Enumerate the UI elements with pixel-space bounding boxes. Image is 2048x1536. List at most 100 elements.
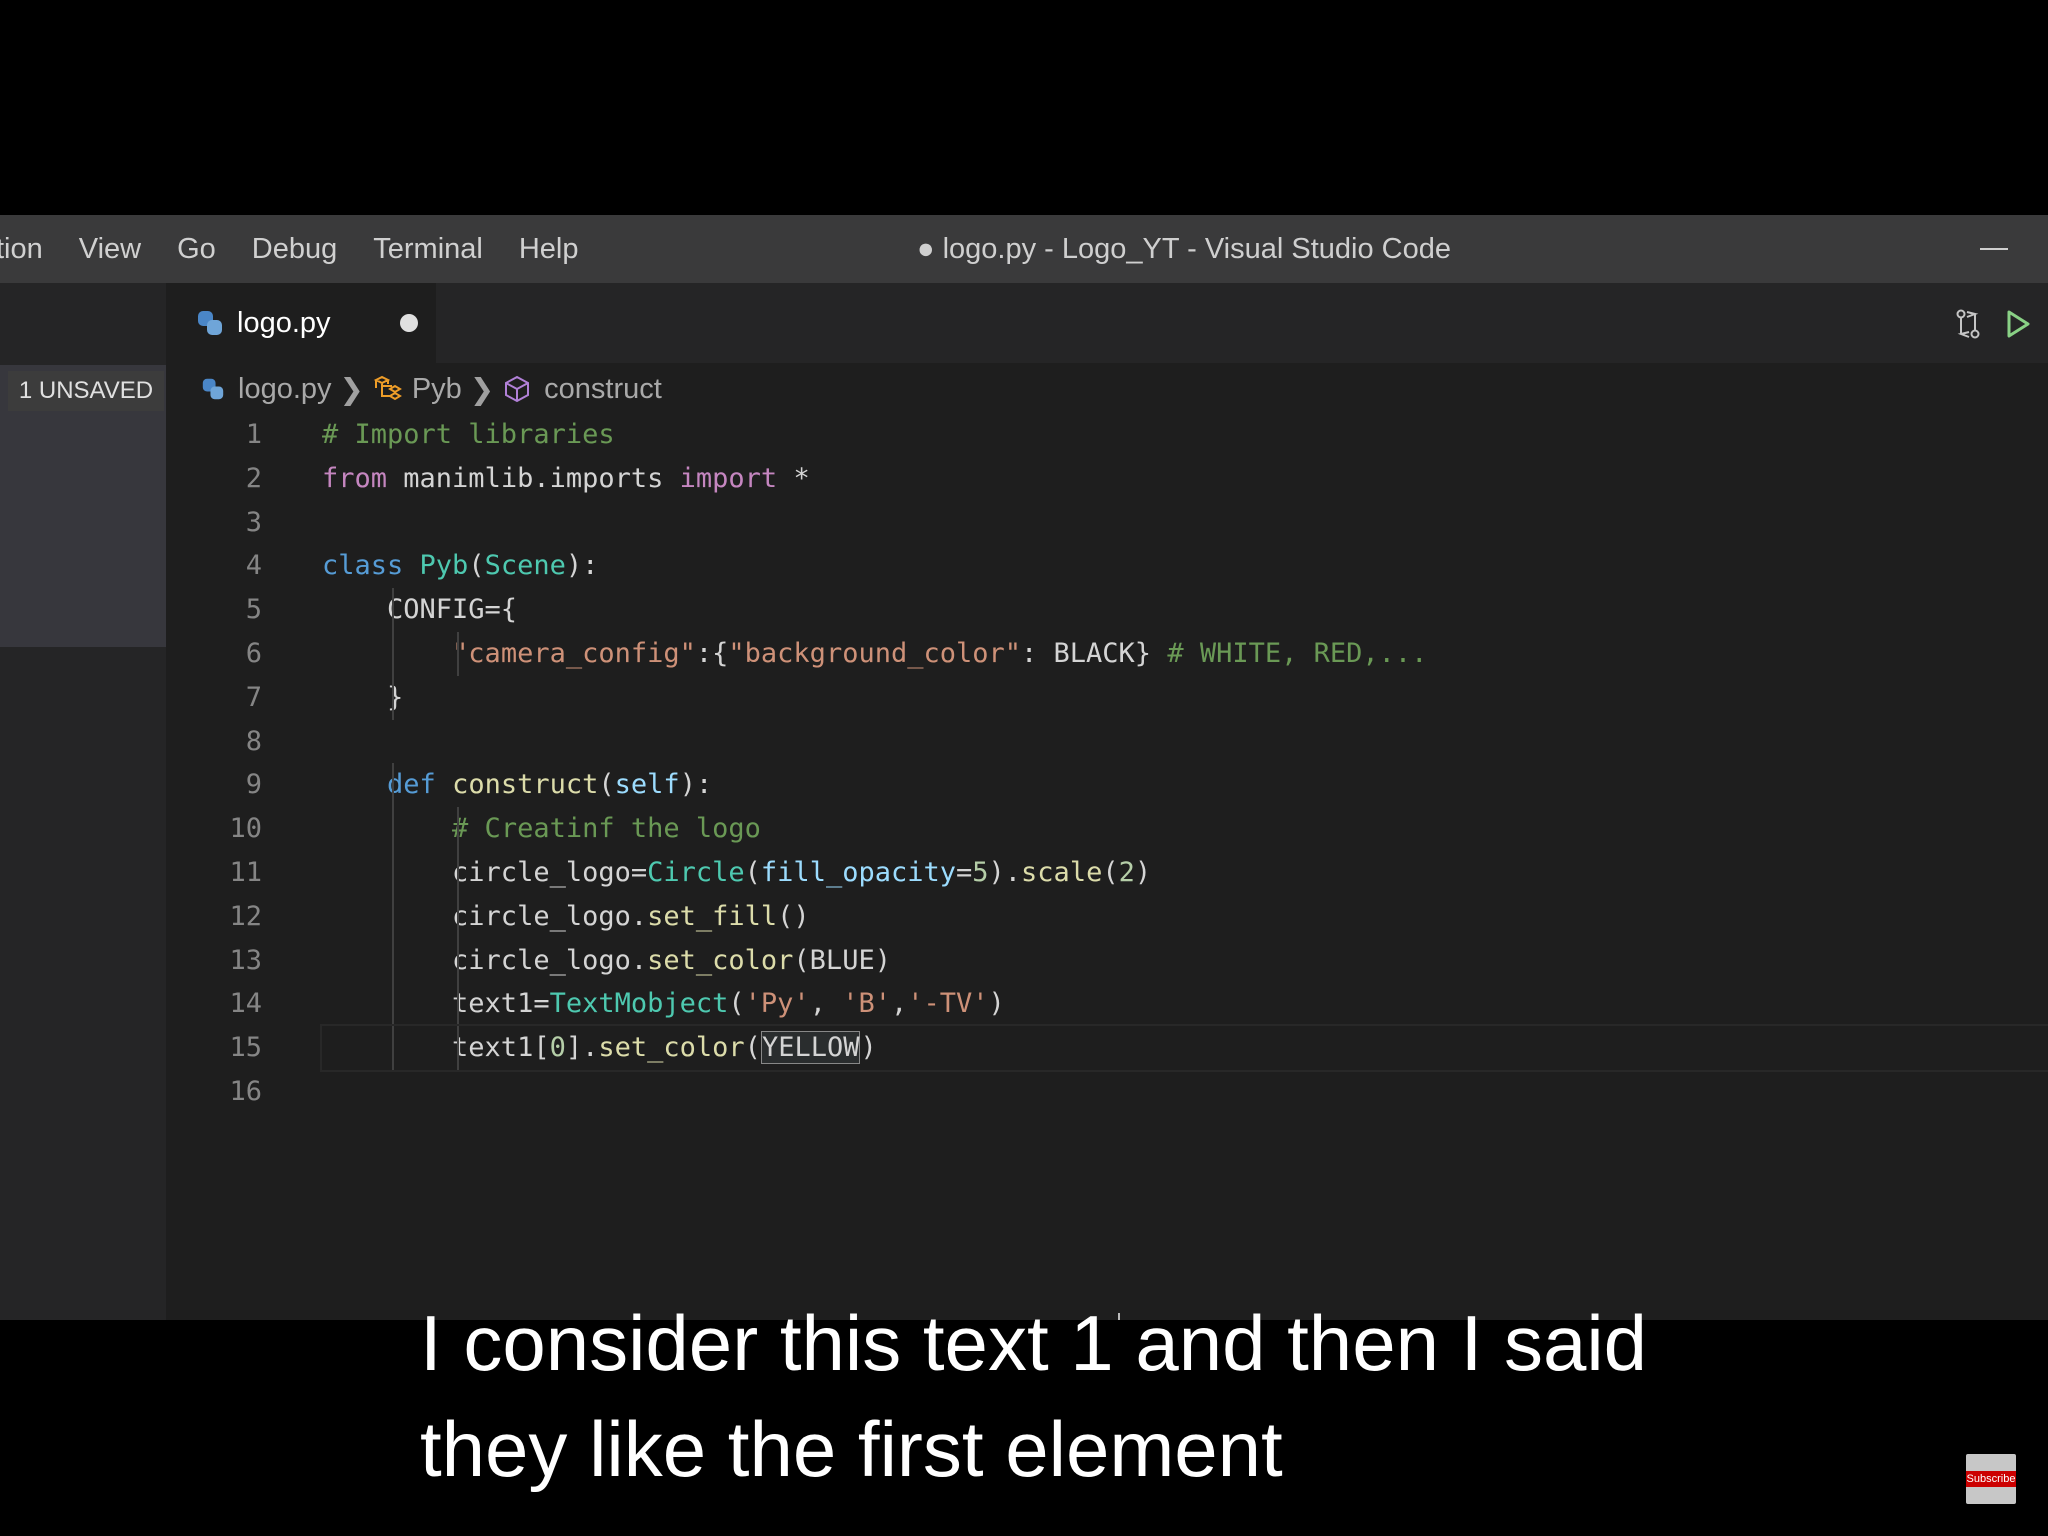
compare-changes-icon[interactable] (1952, 308, 1984, 340)
python-icon (202, 378, 224, 400)
code-line[interactable]: from manimlib.imports import * (322, 457, 2048, 501)
code-line[interactable]: } (322, 675, 2048, 720)
indent-guide (457, 1026, 459, 1070)
code-token: text1= (322, 988, 550, 1020)
app-root: tion View Go Debug Terminal Help ● logo.… (0, 0, 2048, 1536)
indent-guide (392, 763, 394, 808)
code-token: import (679, 462, 778, 494)
code-token: set_fill (647, 900, 778, 932)
code-line[interactable]: "camera_config":{"background_color": BLA… (322, 631, 2048, 676)
line-number: 2 (245, 462, 262, 494)
code-token: = (956, 856, 973, 888)
indent-guide (457, 982, 459, 1027)
line-number: 14 (229, 988, 262, 1020)
code-token: fill_opacity (760, 856, 956, 888)
code-token: self (614, 769, 680, 801)
indent-guide (392, 631, 394, 676)
breadcrumb-class[interactable]: Pyb (372, 373, 462, 406)
breadcrumb-file-label: logo.py (238, 372, 332, 405)
indent-guide (392, 938, 394, 983)
line-number: 12 (229, 900, 262, 932)
indent-guide (392, 850, 394, 895)
code-editor[interactable]: 1 2 3 4 5 6 7 8 9 10 11 12 13 14 15 16 #… (166, 413, 2048, 1335)
code-line[interactable] (322, 501, 2048, 545)
code-token: class (322, 550, 404, 582)
code-token: # Import libraries (322, 419, 615, 450)
code-token: from (322, 462, 388, 494)
code-token: circle_logo= (322, 856, 648, 888)
tab-label: logo.py (237, 306, 331, 339)
line-number: 5 (245, 594, 262, 626)
line-number: 8 (245, 725, 262, 757)
code-token: ). (988, 856, 1022, 888)
chevron-right-icon: ❯ (339, 373, 364, 406)
code-token: () (777, 900, 810, 932)
code-token: set_color (598, 1032, 745, 1064)
code-line[interactable]: def construct(self): (322, 763, 2048, 808)
code-token: "background_color" (728, 637, 1022, 669)
code-line[interactable] (322, 1070, 2048, 1114)
code-line[interactable] (322, 720, 2048, 764)
code-token: 'B' (842, 988, 891, 1020)
code-line[interactable]: # Import libraries (322, 413, 2048, 457)
video-subtitle: I consider this text 1 and then I said t… (420, 1290, 1980, 1502)
code-token: ) (1134, 856, 1152, 888)
code-line[interactable]: # Creatinf the logo (322, 807, 2048, 851)
line-number: 4 (245, 550, 262, 582)
code-token: ( (744, 1032, 761, 1064)
code-line[interactable]: text1=TextMobject('Py', 'B','-TV') (322, 982, 2048, 1027)
code-token: def (387, 769, 436, 801)
code-token: construct (452, 769, 599, 801)
chevron-right-icon: ❯ (469, 373, 495, 406)
code-token: # Creatinf the logo (452, 813, 761, 845)
code-line[interactable]: class Pyb(Scene): (322, 544, 2048, 588)
code-token: ]. (565, 1032, 599, 1064)
code-token: 2 (1118, 856, 1135, 888)
code-token: ( (598, 769, 615, 801)
code-token: :{ (695, 637, 729, 669)
indent-guide (457, 850, 459, 895)
method-cube-icon (505, 375, 530, 403)
code-token: : BLACK} (1021, 637, 1168, 669)
code-token: ( (744, 856, 761, 888)
editor-tab-bar: logo.py (166, 283, 2048, 363)
code-token: # WHITE, RED,... (1167, 637, 1428, 669)
line-number-gutter: 1 2 3 4 5 6 7 8 9 10 11 12 13 14 15 16 (166, 413, 262, 1114)
code-lines[interactable]: # Import libraries from manimlib.imports … (320, 413, 2048, 1114)
indent-guide (457, 938, 459, 983)
unsaved-dot-icon[interactable] (400, 314, 418, 332)
tab-logo-py[interactable]: logo.py (166, 283, 436, 363)
code-token: 0 (549, 1032, 566, 1064)
indent-guide (457, 894, 459, 939)
code-line[interactable]: circle_logo=Circle(fill_opacity=5).scale… (322, 850, 2048, 895)
code-token: YELLOW (760, 1031, 861, 1065)
code-token: ( (468, 550, 485, 582)
code-line[interactable]: text1[0].set_color(YELLOW) (320, 1024, 2048, 1072)
indent-guide (392, 982, 394, 1027)
workbench: 1 UNSAVED logo.py logo.py ❯ Pyb ❯ constr… (0, 283, 2048, 1335)
code-token: circle_logo. (322, 900, 648, 932)
breadcrumb-file[interactable]: logo.py (200, 373, 332, 406)
code-token: circle_logo. (322, 944, 648, 976)
code-token: ( (728, 988, 745, 1020)
breadcrumb: logo.py ❯ Pyb ❯ construct (200, 365, 662, 413)
video-letterbox-top (0, 0, 2048, 215)
class-icon (373, 375, 402, 401)
subscribe-watermark[interactable]: Subscribe (1966, 1454, 2016, 1504)
explorer-sidebar: 1 UNSAVED (0, 283, 166, 1320)
code-token: Pyb (419, 550, 469, 582)
title-bar: tion View Go Debug Terminal Help ● logo.… (0, 215, 2048, 283)
code-token: scale (1021, 856, 1103, 888)
code-token: (BLUE) (793, 944, 891, 976)
python-icon (197, 310, 223, 336)
code-line[interactable]: circle_logo.set_fill() (322, 894, 2048, 939)
minimize-icon[interactable] (1980, 248, 2008, 250)
line-number: 11 (229, 856, 262, 888)
run-play-icon[interactable] (2004, 308, 2032, 340)
code-line[interactable]: circle_logo.set_color(BLUE) (322, 938, 2048, 983)
code-line[interactable]: CONFIG={ (322, 588, 2048, 632)
unsaved-badge: 1 UNSAVED (8, 371, 164, 411)
code-token: set_color (647, 944, 794, 976)
breadcrumb-method[interactable]: construct (502, 373, 662, 406)
